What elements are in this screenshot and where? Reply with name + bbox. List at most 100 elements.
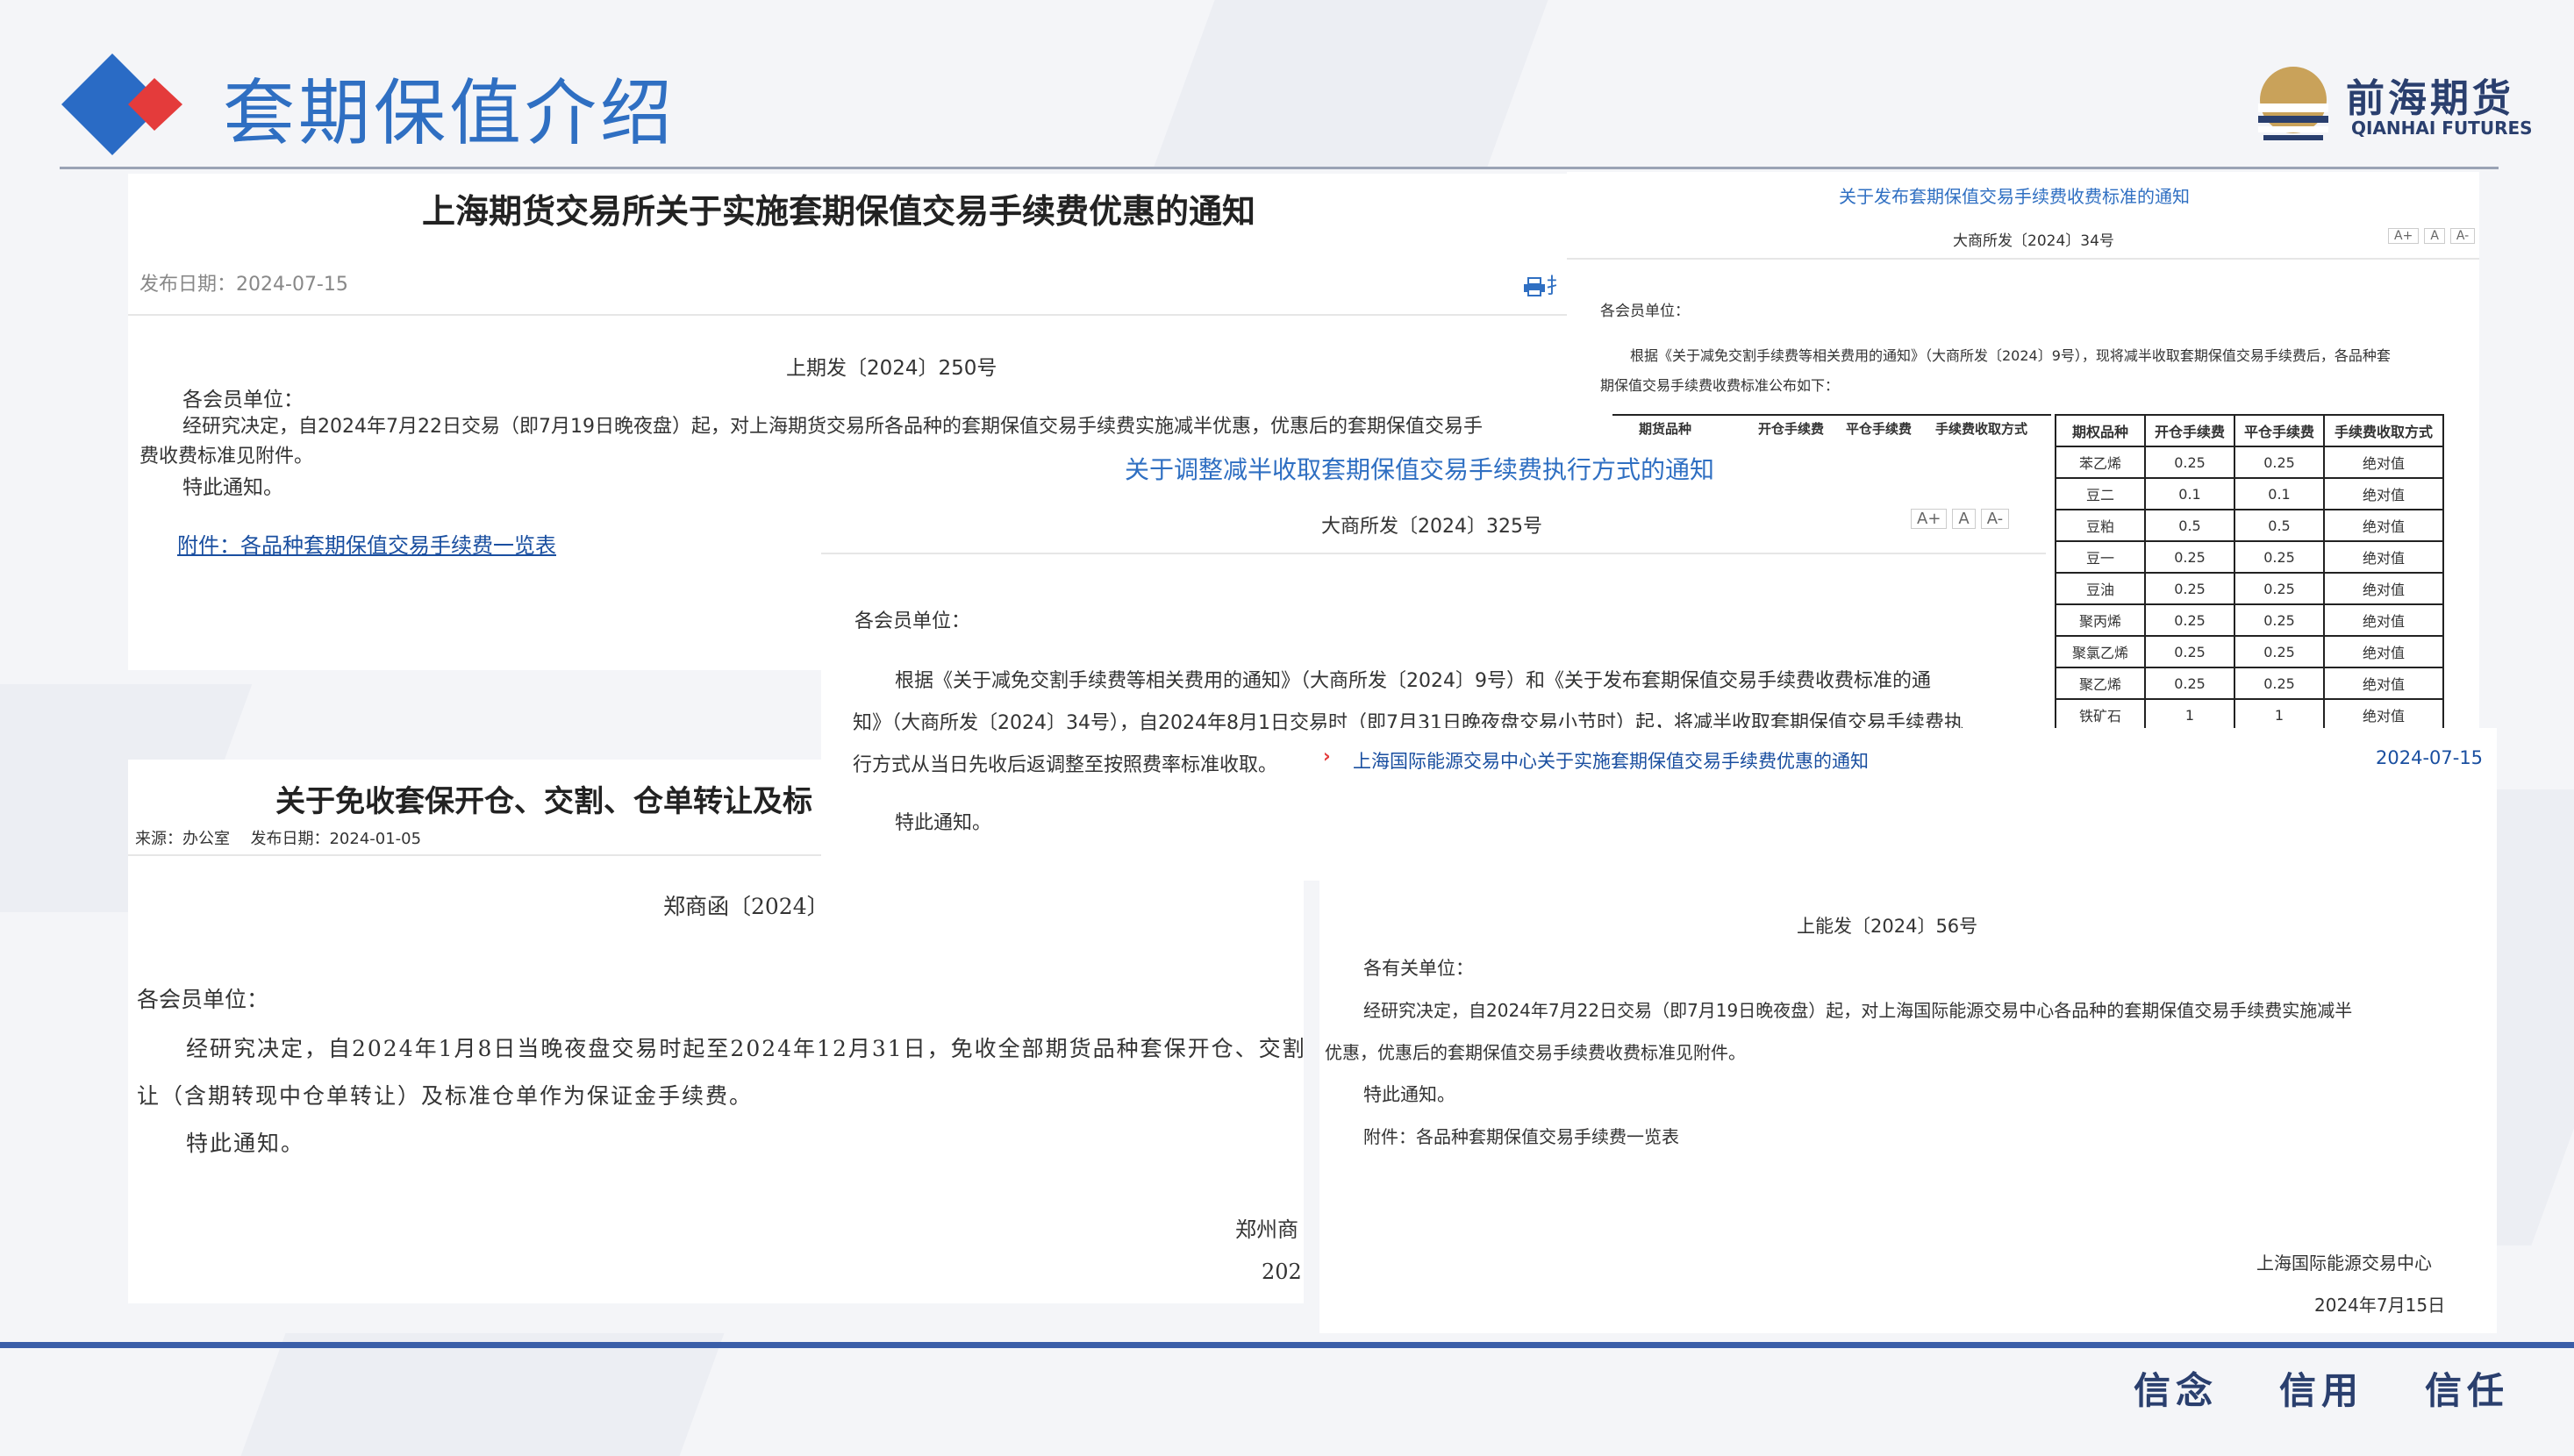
czce-source-line: 来源：办公室 发布日期：2024-01-05 bbox=[135, 826, 421, 849]
table-cell: 豆粕 bbox=[2055, 509, 2146, 542]
table-cell: 铁矿石 bbox=[2055, 698, 2146, 728]
dce325-ref-number: 大商所发〔2024〕325号 bbox=[1321, 516, 1542, 538]
ine-notice-list-date: 2024-07-15 bbox=[2376, 747, 2484, 768]
ine-notice-list-title: 上海国际能源交易中心关于实施套期保值交易手续费优惠的通知 bbox=[1353, 751, 1869, 772]
dce34-options-fee-table: 期权品种 开仓手续费 平仓手续费 手续费收取方式 苯乙烯 0.25 0.25 绝对值 … bbox=[2055, 414, 2444, 728]
dce34-body-line2: 期保值交易手续费收费标准公布如下： bbox=[1600, 377, 1840, 394]
table-cell: 0.1 bbox=[2234, 477, 2325, 510]
logo-english-name: QIANHAI FUTURES bbox=[2351, 118, 2533, 139]
table-header-cell: 开仓手续费 bbox=[2144, 414, 2235, 447]
footer-slogan-2: 信用 bbox=[2279, 1369, 2364, 1412]
table-cell: 绝对值 bbox=[2323, 572, 2444, 605]
table-cell: 绝对值 bbox=[2323, 667, 2444, 700]
print-icon bbox=[1524, 277, 1545, 296]
czce-sign-date: 202 bbox=[1262, 1260, 1302, 1284]
dce34-font-reset-button[interactable]: A bbox=[2424, 228, 2445, 244]
czce-body-line1: 经研究决定，自2024年1月8日当晚夜盘交易时起至2024年12月31日，免收全… bbox=[186, 1036, 1304, 1061]
shfe-print-button[interactable]: 扌 bbox=[1523, 268, 1567, 299]
table-cell: 聚氯乙烯 bbox=[2055, 635, 2146, 668]
ine-sign-date: 2024年7月15日 bbox=[2314, 1295, 2446, 1316]
czce-salutation: 各会员单位： bbox=[137, 987, 269, 1012]
chevron-right-icon: › bbox=[1323, 746, 1331, 767]
table-row: 聚丙烯 0.25 0.25 绝对值 bbox=[2055, 603, 2444, 637]
table-cell: 1 bbox=[2144, 698, 2235, 728]
shfe-closing: 特此通知。 bbox=[182, 476, 283, 499]
czce-source: 办公室 bbox=[182, 830, 230, 848]
table-cell: 0.25 bbox=[2234, 667, 2325, 700]
dce325-salutation: 各会员单位： bbox=[854, 610, 971, 632]
shfe-attachment-link[interactable]: 附件：各品种套期保值交易手续费一览表 bbox=[177, 528, 556, 559]
table-header-cell: 期权品种 bbox=[2055, 414, 2146, 447]
dce325-body-line1: 根据《关于减免交割手续费等相关费用的通知》（大商所发〔2024〕9号）和《关于发… bbox=[895, 670, 1931, 692]
dce325-font-reset-button[interactable]: A bbox=[1952, 509, 1976, 529]
table-cell: 0.25 bbox=[2144, 603, 2235, 637]
ine-body-line2: 优惠，优惠后的套期保值交易手续费收费标准见附件。 bbox=[1325, 1042, 1746, 1063]
footer-divider bbox=[0, 1342, 2574, 1348]
table-cell: 0.25 bbox=[2144, 572, 2235, 605]
table-cell: 0.5 bbox=[2144, 509, 2235, 542]
dce34-notice-title: 关于发布套期保值交易手续费收费标准的通知 bbox=[1839, 186, 2190, 207]
footer-slogan-1: 信念 bbox=[2134, 1369, 2219, 1412]
dce34-divider bbox=[1567, 258, 2479, 260]
czce-body-line2: 让（含期转现中仓单转让）及标准仓单作为保证金手续费。 bbox=[137, 1083, 754, 1109]
dce325-font-increase-button[interactable]: A+ bbox=[1911, 509, 1948, 529]
czce-date: 2024-01-05 bbox=[329, 830, 422, 848]
dce325-font-size-controls: A+ A A- bbox=[1905, 509, 2010, 529]
ine-attachment[interactable]: 附件：各品种套期保值交易手续费一览表 bbox=[1363, 1123, 1679, 1148]
table-cell: 绝对值 bbox=[2323, 698, 2444, 728]
dce34-body-line1: 根据《关于减免交割手续费等相关费用的通知》（大商所发〔2024〕9号），现将减半… bbox=[1630, 347, 2391, 364]
czce-ref-number: 郑商函〔2024〕 bbox=[663, 894, 829, 919]
table-cell: 豆油 bbox=[2055, 572, 2146, 605]
header-divider bbox=[60, 167, 2499, 169]
dce34-ref-number: 大商所发〔2024〕34号 bbox=[1953, 232, 2114, 250]
dce325-closing: 特此通知。 bbox=[895, 812, 992, 834]
czce-sign-org: 郑州商 bbox=[1235, 1217, 1298, 1242]
company-logo-icon bbox=[2258, 67, 2328, 140]
czce-source-label: 来源： bbox=[135, 830, 182, 848]
shfe-date-line: 发布日期：2024-07-15 bbox=[139, 268, 348, 296]
ine-notice-card: › 上海国际能源交易中心关于实施套期保值交易手续费优惠的通知 2024-07-1… bbox=[1319, 728, 2497, 1333]
logo-chinese-name: 前海期货 bbox=[2346, 76, 2514, 121]
table-row: 豆粕 0.5 0.5 绝对值 bbox=[2055, 509, 2444, 542]
dce34-salutation: 各会员单位： bbox=[1600, 303, 1690, 320]
table-row: 铁矿石 1 1 绝对值 bbox=[2055, 698, 2444, 728]
table-cell: 绝对值 bbox=[2323, 540, 2444, 574]
table-cell: 绝对值 bbox=[2323, 635, 2444, 668]
table-cell: 0.25 bbox=[2144, 446, 2235, 479]
table-cell: 聚乙烯 bbox=[2055, 667, 2146, 700]
ine-closing: 特此通知。 bbox=[1363, 1084, 1455, 1105]
table-header-cell: 平仓手续费 bbox=[2234, 414, 2325, 447]
table-cell: 0.25 bbox=[2234, 572, 2325, 605]
page-title: 套期保值介绍 bbox=[223, 72, 676, 155]
dce34-font-size-controls: A+ A A- bbox=[2383, 226, 2476, 244]
czce-date-label: 发布日期： bbox=[250, 830, 330, 848]
dce34-font-decrease-button[interactable]: A- bbox=[2449, 228, 2476, 244]
czce-closing: 特此通知。 bbox=[186, 1131, 305, 1156]
table-cell: 0.25 bbox=[2144, 667, 2235, 700]
table-row: 豆油 0.25 0.25 绝对值 bbox=[2055, 572, 2444, 605]
table-row: 聚氯乙烯 0.25 0.25 绝对值 bbox=[2055, 635, 2444, 668]
title-diamond-icon bbox=[61, 54, 182, 155]
table-row: 聚乙烯 0.25 0.25 绝对值 bbox=[2055, 667, 2444, 700]
table-cell: 0.1 bbox=[2144, 477, 2235, 510]
shfe-body-line2: 费收费标准见附件。 bbox=[139, 446, 314, 467]
table-cell: 绝对值 bbox=[2323, 446, 2444, 479]
dce325-body-line3: 行方式从当日先收后返调整至按照费率标准收取。 bbox=[853, 754, 1278, 776]
dce34-font-increase-button[interactable]: A+ bbox=[2388, 228, 2420, 244]
table-cell: 0.25 bbox=[2144, 635, 2235, 668]
table-cell: 0.25 bbox=[2234, 635, 2325, 668]
dce325-font-decrease-button[interactable]: A- bbox=[1980, 509, 2010, 529]
table-cell: 0.5 bbox=[2234, 509, 2325, 542]
czce-notice-title: 关于免收套保开仓、交割、仓单转让及标 bbox=[275, 784, 812, 819]
shfe-date: 2024-07-15 bbox=[236, 274, 348, 296]
shfe-ref-number: 上期发〔2024〕250号 bbox=[786, 357, 997, 380]
table-row: 豆二 0.1 0.1 绝对值 bbox=[2055, 477, 2444, 510]
table-header-row: 期权品种 开仓手续费 平仓手续费 手续费收取方式 bbox=[2055, 414, 2444, 447]
table-cell: 0.25 bbox=[2234, 446, 2325, 479]
table-cell: 0.25 bbox=[2234, 540, 2325, 574]
table-cell: 聚丙烯 bbox=[2055, 603, 2146, 637]
company-logo: 前海期货 QIANHAI FUTURES bbox=[2255, 65, 2533, 146]
table-cell: 绝对值 bbox=[2323, 477, 2444, 510]
shfe-divider bbox=[128, 314, 1567, 316]
ine-sign-org: 上海国际能源交易中心 bbox=[2256, 1253, 2432, 1274]
